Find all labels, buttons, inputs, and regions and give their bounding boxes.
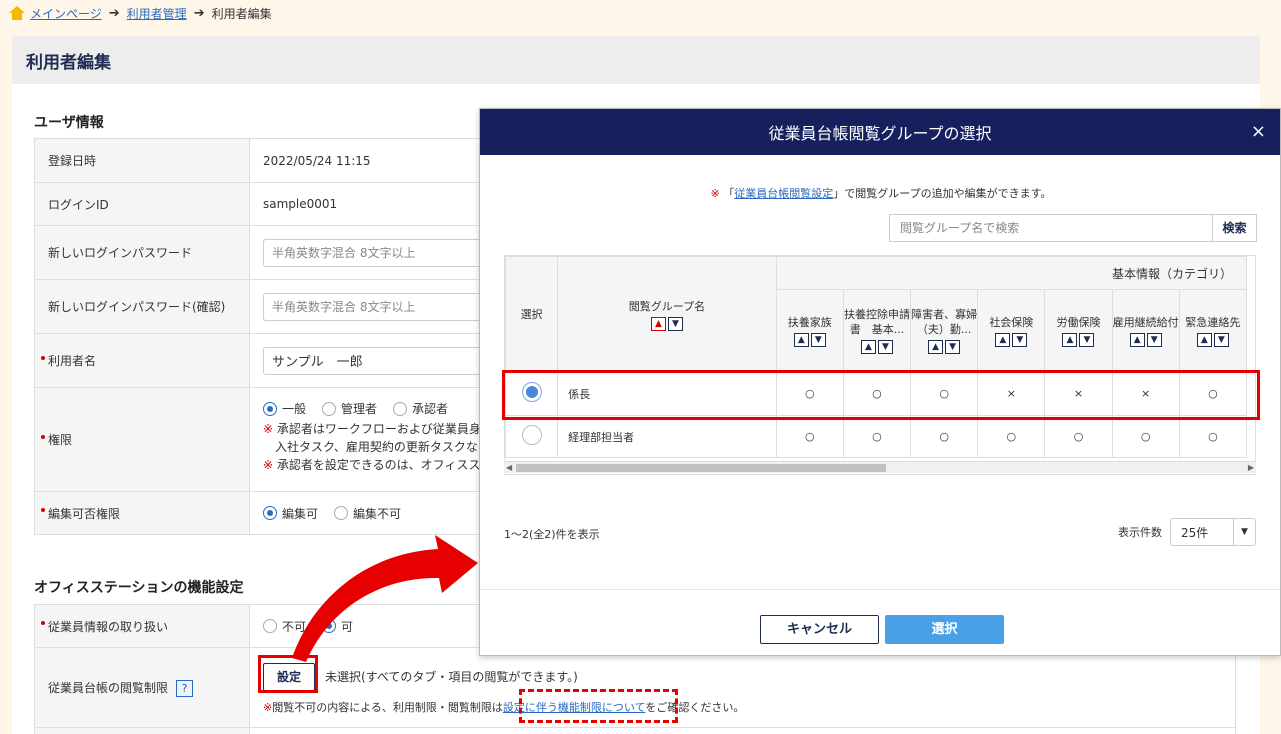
registered-label: 登録日時 [34,138,250,183]
sort-asc-icon[interactable]: ▲ [650,316,666,331]
ledger-restriction-label: 従業員台帳の閲覧制限 [48,680,169,695]
ledger-settings-link[interactable]: 従業員台帳閲覧設定 [734,187,833,200]
role-radio-admin[interactable]: 管理者 [322,400,377,417]
sort-desc-icon[interactable]: ▼ [810,333,826,347]
employee-info-label: 従業員情報の取り扱い [34,604,250,648]
horizontal-scrollbar[interactable]: ◀ ▶ [504,461,1256,473]
row-radio-unselected[interactable] [521,425,542,445]
ledger-status: 未選択(すべてのタブ・項目の閲覧ができます。) [325,670,578,684]
radio-checked-icon [263,401,277,416]
sort-asc-icon[interactable]: ▲ [928,340,944,354]
col-group-header: 閲覧グループ名 ▲ ▼ [557,256,777,372]
sort-asc-icon[interactable]: ▲ [995,333,1011,347]
table-row[interactable]: 経理部担当者 ○ ○ ○ ○ ○ ○ ○ [505,415,1248,458]
category-col-header: 雇用継続給付 ▲ ▼ [1111,289,1180,372]
category-col-header: 扶養控除申請書 基本... ▲ ▼ [842,289,912,372]
value-cell: ○ [910,415,979,458]
annotation-arrow-icon [292,535,478,662]
category-col-header: 社会保険 ▲ ▼ [977,289,1046,372]
sort-asc-icon[interactable]: ▲ [1196,333,1212,347]
sort-asc-icon[interactable]: ▲ [860,340,876,354]
link-highlight [519,689,678,723]
value-cell: ○ [1111,415,1180,458]
value-cell: ○ [1044,415,1113,458]
sort-desc-icon[interactable]: ▼ [1012,333,1028,347]
sort-desc-icon[interactable]: ▼ [1146,332,1162,347]
cancel-button[interactable]: キャンセル [760,615,879,644]
ledger-note: ※閲覧不可の内容による、利用制限・閲覧制限は設定に伴う機能制限についてをご確認く… [263,700,745,714]
category-col-header: 緊急連絡先 ▲ ▼ [1178,289,1248,372]
col-select-header: 選択 [505,256,559,372]
breadcrumb-user-management-link[interactable]: 利用者管理 [127,5,187,22]
group-search-input[interactable] [890,215,1212,241]
role-radio-approver[interactable]: 承認者 [393,400,448,417]
sort-asc-icon[interactable]: ▲ [1129,332,1145,347]
sort-desc-icon[interactable]: ▼ [667,316,683,331]
search-button[interactable]: 検索 [1212,215,1256,241]
office-station-section-title: オフィスステーションの機能設定 [34,580,244,596]
radio-unchecked-icon [322,401,337,416]
chevron-down-icon: ▼ [1233,519,1255,545]
category-col-header: 障害者、寡婦（夫）勤... ▲ ▼ [910,289,979,372]
help-icon[interactable]: ? [176,679,194,697]
role-radio-general[interactable]: 一般 [263,400,306,417]
breadcrumb-arrow-icon: ➔ [108,5,120,21]
group-grid: 選択 閲覧グループ名 ▲ ▼ 基本情報（カテゴリ） 扶養家族 ▲ ▼ 扶養控除申請書 … [504,255,1256,475]
group-search-box: 検索 [889,214,1257,242]
per-page-label: 表示件数 [1118,526,1162,539]
group-sort-controls: ▲ ▼ [650,316,683,331]
user-info-section-title: ユーザ情報 [34,115,104,131]
breadcrumb-arrow-icon: ➔ [193,5,205,21]
category-col-header: 労働保険 ▲ ▼ [1044,289,1113,372]
sort-asc-icon[interactable]: ▲ [793,333,809,347]
breadcrumb-home-link[interactable]: メインページ [30,5,102,22]
modal-title: 従業員台帳閲覧グループの選択 [768,124,992,143]
scroll-right-icon[interactable]: ▶ [1248,462,1254,474]
per-page-select[interactable]: 25件 ▼ [1170,518,1256,546]
modal-note: ※ 「従業員台帳閲覧設定」で閲覧グループの追加や編集ができます。 [710,187,1052,200]
user-name-label: 利用者名 [34,333,250,388]
selected-row-highlight [502,370,1260,420]
sort-desc-icon[interactable]: ▼ [1213,333,1229,347]
page-title: 利用者編集 [12,36,1260,84]
scrollbar-thumb[interactable] [516,464,886,472]
sort-desc-icon[interactable]: ▼ [945,340,961,354]
role-label: 権限 [34,387,250,492]
value-cell: ○ [977,415,1046,458]
close-icon[interactable]: × [1251,121,1266,142]
modal-header: 従業員台帳閲覧グループの選択 × [480,109,1280,155]
edit-permission-label: 編集可否権限 [34,491,250,535]
breadcrumb-current: 利用者編集 [211,6,272,21]
ledger-restriction-label-cell: 従業員台帳の閲覧制限? [34,647,250,728]
scroll-left-icon[interactable]: ◀ [506,462,512,474]
login-id-label: ログインID [34,182,250,226]
radio-unchecked-icon [393,401,408,416]
group-select-modal: 従業員台帳閲覧グループの選択 × ※ 「従業員台帳閲覧設定」で閲覧グループの追加… [479,108,1281,656]
value-cell: ○ [775,415,844,458]
new-password-label: 新しいログインパスワード [34,225,250,280]
value-cell: ○ [842,415,912,458]
category-header: 基本情報（カテゴリ） [775,256,1248,290]
per-page-control: 表示件数 25件 ▼ [1118,518,1256,546]
select-button[interactable]: 選択 [885,615,1004,644]
result-count: 1〜2(全2)件を表示 [504,528,600,541]
category-col-header: 扶養家族 ▲ ▼ [775,289,844,372]
value-cell: ○ [1178,415,1248,458]
sort-asc-icon[interactable]: ▲ [1062,333,1078,347]
group-name-cell: 経理部担当者 [557,415,777,458]
sort-desc-icon[interactable]: ▼ [877,340,893,354]
confirm-password-label: 新しいログインパスワード(確認) [34,279,250,334]
breadcrumb: メインページ ➔ 利用者管理 ➔ 利用者編集 [8,4,272,22]
sort-desc-icon[interactable]: ▼ [1079,333,1095,347]
home-icon [9,6,25,20]
modal-divider [480,589,1280,590]
